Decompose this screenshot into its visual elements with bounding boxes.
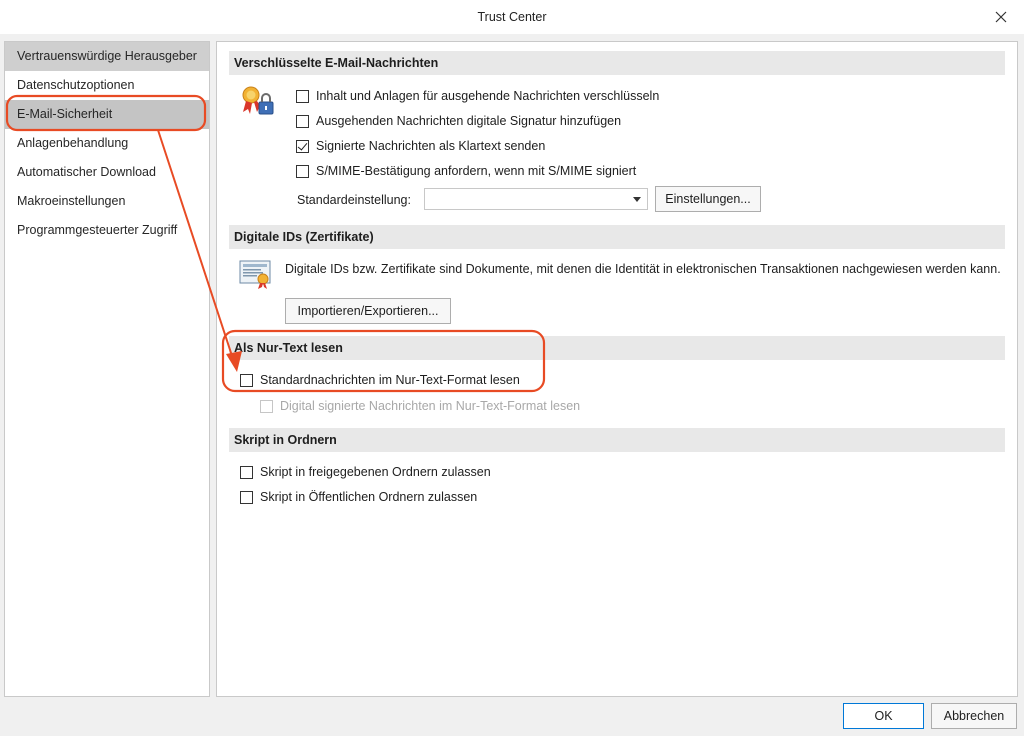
- checkbox-encrypt-content[interactable]: Inhalt und Anlagen für ausgehende Nachri…: [296, 89, 659, 103]
- checkbox-read-plain-text[interactable]: Standardnachrichten im Nur-Text-Format l…: [240, 373, 520, 387]
- chevron-down-icon: [633, 197, 641, 202]
- sidebar-item-privacy-options[interactable]: Datenschutzoptionen: [5, 71, 209, 100]
- digital-ids-description: Digitale IDs bzw. Zertifikate sind Dokum…: [285, 262, 1001, 276]
- sidebar-item-attachment-handling[interactable]: Anlagenbehandlung: [5, 129, 209, 158]
- email-security-panel: Verschlüsselte E-Mail-Nachrichten Inhalt…: [216, 41, 1018, 697]
- certificate-document-icon: [239, 260, 271, 289]
- certificate-lock-icon: [242, 86, 274, 115]
- section-script-in-folders: Skript in Ordnern: [229, 428, 1005, 452]
- sidebar-nav: Vertrauenswürdige Herausgeber Datenschut…: [4, 41, 210, 697]
- close-button[interactable]: [978, 0, 1024, 34]
- script-public-folders-label: Skript in Öffentlichen Ordnern zulassen: [260, 490, 478, 504]
- checkbox-script-public-folders[interactable]: Skript in Öffentlichen Ordnern zulassen: [240, 490, 477, 504]
- read-plain-text-checkbox[interactable]: [240, 373, 253, 387]
- script-shared-folders-checkbox[interactable]: [240, 465, 253, 479]
- checkbox-add-signature[interactable]: Ausgehenden Nachrichten digitale Signatu…: [296, 114, 621, 128]
- read-signed-plain-text-checkbox: [260, 399, 273, 413]
- sidebar-item-programmatic-access[interactable]: Programmgesteuerter Zugriff: [5, 216, 209, 245]
- default-setting-select[interactable]: [424, 188, 648, 210]
- add-signature-label: Ausgehenden Nachrichten digitale Signatu…: [316, 114, 622, 128]
- title-bar: Trust Center: [0, 0, 1024, 34]
- script-shared-folders-label: Skript in freigegebenen Ordnern zulassen: [260, 465, 491, 479]
- encrypt-content-label: Inhalt und Anlagen für ausgehende Nachri…: [316, 89, 660, 103]
- checkbox-smime-receipt[interactable]: S/MIME-Bestätigung anfordern, wenn mit S…: [296, 164, 636, 178]
- read-plain-text-label: Standardnachrichten im Nur-Text-Format l…: [260, 373, 520, 387]
- cancel-button[interactable]: Abbrechen: [931, 703, 1017, 729]
- close-icon: [995, 11, 1007, 23]
- checkbox-script-shared-folders[interactable]: Skript in freigegebenen Ordnern zulassen: [240, 465, 491, 479]
- read-signed-plain-text-label: Digital signierte Nachrichten im Nur-Tex…: [280, 399, 581, 413]
- encrypt-content-checkbox[interactable]: [296, 89, 309, 103]
- script-public-folders-checkbox[interactable]: [240, 490, 253, 504]
- send-cleartext-label: Signierte Nachrichten als Klartext sende…: [316, 139, 546, 153]
- sidebar-item-trusted-publishers[interactable]: Vertrauenswürdige Herausgeber: [5, 42, 209, 71]
- smime-receipt-checkbox[interactable]: [296, 164, 309, 178]
- checkbox-read-signed-plain-text: Digital signierte Nachrichten im Nur-Tex…: [260, 399, 580, 413]
- section-digital-ids: Digitale IDs (Zertifikate): [229, 225, 1005, 249]
- settings-button[interactable]: Einstellungen...: [655, 186, 761, 212]
- add-signature-checkbox[interactable]: [296, 114, 309, 128]
- sidebar-item-macro-settings[interactable]: Makroeinstellungen: [5, 187, 209, 216]
- sidebar-item-email-security[interactable]: E-Mail-Sicherheit: [5, 100, 209, 129]
- window-title: Trust Center: [477, 10, 547, 24]
- ok-button[interactable]: OK: [843, 703, 924, 729]
- send-cleartext-checkbox[interactable]: [296, 139, 309, 153]
- import-export-button[interactable]: Importieren/Exportieren...: [285, 298, 451, 324]
- section-encrypted-email: Verschlüsselte E-Mail-Nachrichten: [229, 51, 1005, 75]
- smime-receipt-label: S/MIME-Bestätigung anfordern, wenn mit S…: [316, 164, 637, 178]
- checkbox-send-cleartext[interactable]: Signierte Nachrichten als Klartext sende…: [296, 139, 545, 153]
- default-setting-label: Standardeinstellung:: [297, 193, 411, 207]
- section-read-as-plain-text: Als Nur-Text lesen: [229, 336, 1005, 360]
- sidebar-item-automatic-download[interactable]: Automatischer Download: [5, 158, 209, 187]
